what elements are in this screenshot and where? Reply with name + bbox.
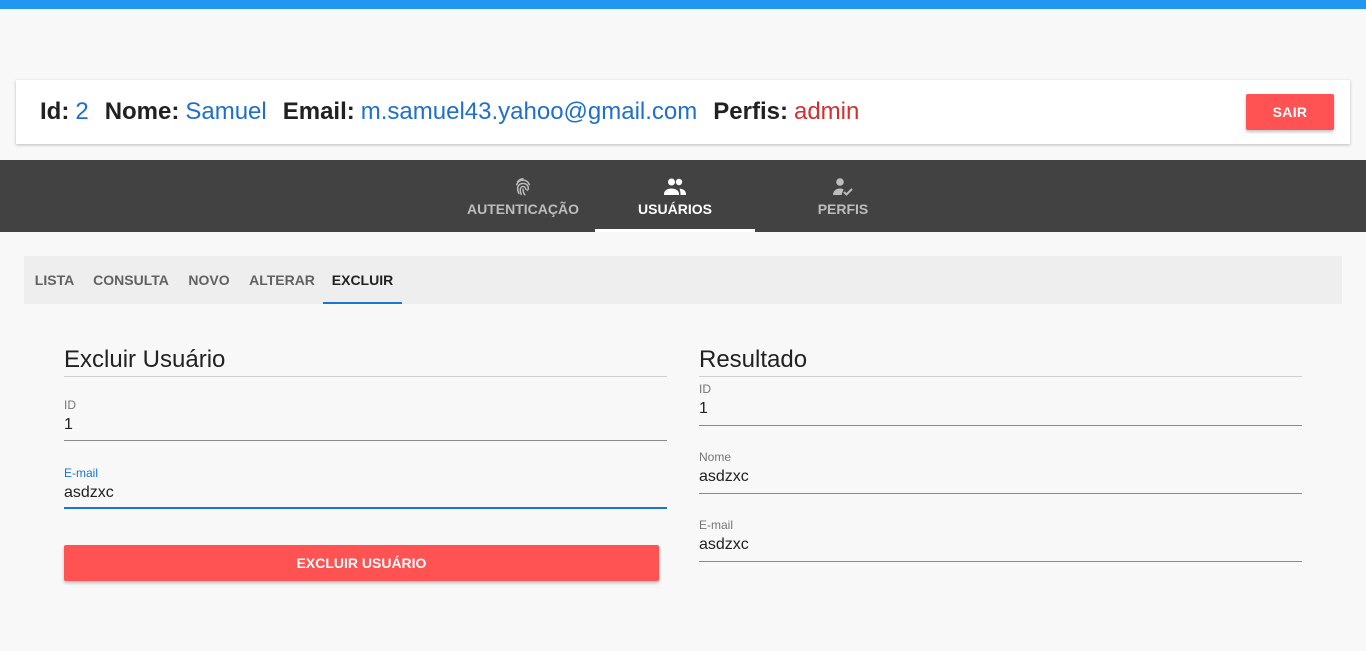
top-accent-bar [0,0,1366,9]
user-email-label: Email: [282,98,355,125]
tab-novo[interactable]: NOVO [177,256,241,304]
form-title-divider [64,376,667,377]
id-field-label: ID [64,398,76,412]
result-title: Resultado [699,346,808,373]
main-nav: AUTENTICAÇÃO USUÁRIOS PERFIS [0,160,1366,232]
tab-alterar[interactable]: ALTERAR [241,256,323,304]
result-name-field: asdzxc [699,468,749,485]
result-name-label: Nome [699,450,732,464]
logout-button[interactable]: SAIR [1246,94,1334,130]
email-field-underline [64,507,667,509]
form-title: Excluir Usuário [64,346,226,373]
sub-tabs: LISTA CONSULTA NOVO ALTERAR EXCLUIR [24,256,1342,304]
nav-tab-perfis[interactable]: PERFIS [763,160,923,232]
user-name: Nome: Samuel [105,98,267,126]
user-profile-label: Perfis: [713,98,788,125]
user-profile-value: admin [793,98,860,125]
nav-tab-usuarios[interactable]: USUÁRIOS [595,160,755,232]
nav-tab-label: USUÁRIOS [638,201,712,217]
result-email-field: asdzxc [699,536,749,553]
person-check-icon [832,175,854,199]
user-name-value: Samuel [185,98,267,125]
result-name-underline [699,493,1302,494]
tab-excluir[interactable]: EXCLUIR [323,256,402,304]
user-profile: Perfis: admin [713,98,859,126]
result-email-underline [699,561,1302,562]
delete-user-button[interactable]: EXCLUIR USUÁRIO [64,545,659,581]
user-info-card: Id: 2 Nome: Samuel Email: m.samuel43.yah… [16,80,1350,144]
people-icon [663,175,687,199]
result-id-underline [699,425,1302,426]
nav-tab-label: PERFIS [817,201,869,217]
email-field[interactable]: asdzxc [64,484,667,502]
user-id: Id: 2 [40,98,89,126]
tab-consulta[interactable]: CONSULTA [85,256,177,304]
result-id-field: 1 [699,400,708,417]
user-email: Email: m.samuel43.yahoo@gmail.com [283,98,698,126]
result-title-divider [699,376,1302,377]
id-field[interactable]: 1 [64,416,667,434]
user-id-label: Id: [40,98,70,125]
user-email-value: m.samuel43.yahoo@gmail.com [360,98,698,125]
fingerprint-icon [512,175,534,199]
nav-tab-label: AUTENTICAÇÃO [467,201,579,217]
user-id-value: 2 [75,98,89,125]
tab-lista[interactable]: LISTA [24,256,85,304]
id-field-underline [64,440,667,441]
result-id-label: ID [699,382,711,396]
nav-tab-autenticacao[interactable]: AUTENTICAÇÃO [443,160,603,232]
result-email-label: E-mail [699,518,734,532]
email-field-label: E-mail [64,466,99,480]
user-name-label: Nome: [104,98,180,125]
